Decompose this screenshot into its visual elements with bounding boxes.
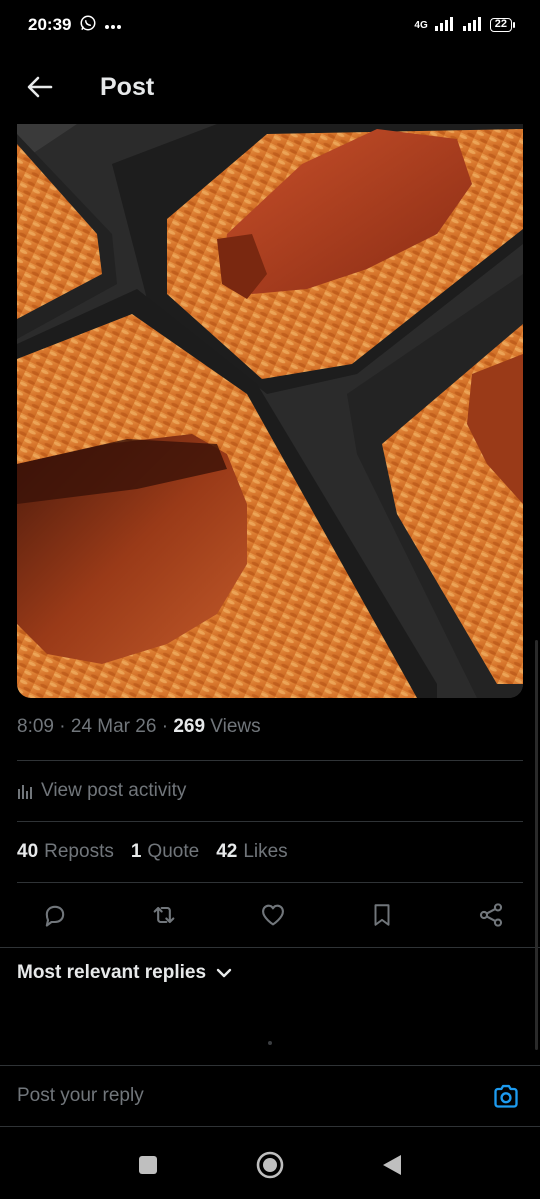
more-dots-icon bbox=[105, 15, 122, 35]
reposts-label: Reposts bbox=[44, 841, 114, 862]
camera-button[interactable] bbox=[489, 1079, 523, 1113]
status-right: 4G 22 bbox=[414, 16, 516, 34]
divider bbox=[17, 882, 523, 883]
post-image[interactable] bbox=[17, 124, 523, 698]
repost-button[interactable] bbox=[147, 898, 181, 932]
scrollbar[interactable] bbox=[535, 640, 538, 1050]
post-actions bbox=[0, 884, 540, 946]
reply-composer bbox=[0, 1065, 540, 1127]
replies-sort-label: Most relevant replies bbox=[17, 962, 207, 983]
page-title: Post bbox=[100, 72, 155, 101]
arrow-left-icon bbox=[27, 76, 53, 98]
recents-square-icon bbox=[139, 1155, 157, 1174]
like-icon bbox=[262, 904, 284, 926]
status-bar: 20:39 4G 22 bbox=[0, 0, 540, 50]
activity-label: View post activity bbox=[41, 780, 187, 801]
divider bbox=[17, 821, 523, 822]
analytics-icon bbox=[18, 785, 32, 799]
bookmark-icon bbox=[374, 904, 390, 926]
back-triangle-icon bbox=[383, 1154, 401, 1175]
quotes-label: Quote bbox=[147, 841, 200, 862]
reply-button[interactable] bbox=[38, 898, 72, 932]
share-icon bbox=[479, 903, 503, 927]
status-time: 20:39 bbox=[28, 15, 72, 34]
post-date: 24 Mar 26 bbox=[70, 716, 157, 737]
share-button[interactable] bbox=[474, 898, 508, 932]
quotes-count: 1 bbox=[130, 841, 142, 862]
divider bbox=[0, 947, 540, 948]
signal-icon-2 bbox=[462, 16, 484, 34]
reply-icon bbox=[45, 905, 65, 927]
post-time: 8:09 bbox=[17, 716, 54, 737]
repost-icon bbox=[153, 906, 175, 924]
divider bbox=[17, 760, 523, 761]
quotes-stat[interactable]: 1 Quote bbox=[131, 841, 199, 863]
bookmark-button[interactable] bbox=[365, 898, 399, 932]
loading-indicator bbox=[268, 1041, 272, 1045]
recents-button[interactable] bbox=[128, 1145, 168, 1185]
system-back-button[interactable] bbox=[372, 1145, 412, 1185]
views-label: Views bbox=[210, 716, 261, 737]
battery-icon: 22 bbox=[489, 18, 516, 32]
reposts-count: 40 bbox=[17, 841, 39, 862]
status-left: 20:39 bbox=[28, 14, 122, 37]
signal-icon bbox=[434, 16, 456, 34]
whatsapp-icon bbox=[79, 14, 97, 37]
home-circle-icon bbox=[256, 1151, 284, 1178]
likes-count: 42 bbox=[216, 841, 238, 862]
views-count: 269 bbox=[173, 716, 206, 737]
likes-label: Likes bbox=[243, 841, 288, 862]
network-label: 4G bbox=[414, 19, 428, 31]
app-header: Post bbox=[0, 55, 540, 119]
system-nav-bar bbox=[0, 1130, 540, 1199]
like-button[interactable] bbox=[256, 898, 290, 932]
reposts-stat[interactable]: 40 Reposts bbox=[17, 841, 114, 863]
likes-stat[interactable]: 42 Likes bbox=[216, 841, 288, 863]
view-post-activity-button[interactable]: View post activity bbox=[17, 762, 523, 820]
post-meta: 8:09 · 24 Mar 26 · 269 Views bbox=[17, 716, 261, 737]
back-button[interactable] bbox=[10, 57, 70, 117]
chevron-down-icon bbox=[216, 968, 232, 978]
home-button[interactable] bbox=[250, 1145, 290, 1185]
reply-input[interactable] bbox=[17, 1085, 489, 1107]
replies-sort-dropdown[interactable]: Most relevant replies bbox=[17, 962, 232, 984]
camera-icon bbox=[494, 1084, 518, 1108]
post-stats: 40 Reposts 1 Quote 42 Likes bbox=[17, 823, 288, 881]
